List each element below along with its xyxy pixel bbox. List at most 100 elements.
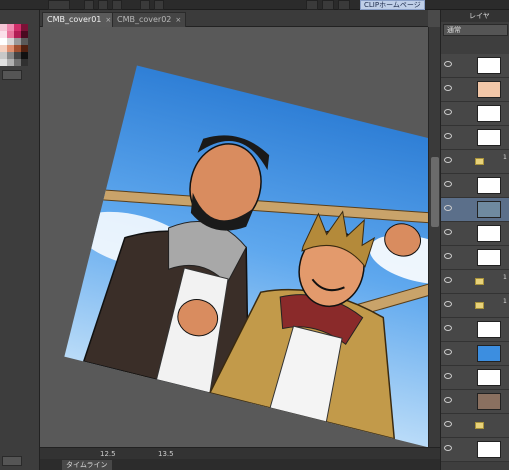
layer-row[interactable]: [441, 54, 509, 78]
save-button[interactable]: [112, 0, 122, 10]
layer-row[interactable]: [441, 102, 509, 126]
swatch[interactable]: [0, 38, 7, 45]
swatch[interactable]: [0, 59, 7, 66]
swatch[interactable]: [14, 59, 21, 66]
swatch[interactable]: [7, 31, 14, 38]
layer-row[interactable]: [441, 390, 509, 414]
eye-icon[interactable]: [444, 61, 452, 67]
eye-icon[interactable]: [444, 157, 452, 163]
palette-settings-button[interactable]: [2, 70, 22, 80]
layer-panel-title: レイヤ: [441, 10, 509, 22]
layer-row[interactable]: [441, 222, 509, 246]
tab-cmb-cover01[interactable]: CMB_cover01 ×: [42, 12, 117, 27]
swatch[interactable]: [0, 31, 7, 38]
swatch[interactable]: [7, 59, 14, 66]
eye-icon[interactable]: [444, 445, 452, 451]
illustration-artwork: [64, 65, 428, 447]
layer-row[interactable]: [441, 438, 509, 462]
layer-thumbnail: [477, 57, 501, 74]
swatch[interactable]: [21, 38, 28, 45]
rotation-value[interactable]: 13.5: [158, 449, 174, 459]
scrollbar-thumb[interactable]: [431, 157, 439, 227]
swatch[interactable]: [14, 45, 21, 52]
tab-cmb-cover02[interactable]: CMB_cover02 ×: [112, 12, 187, 27]
swatch[interactable]: [0, 24, 7, 31]
swatch[interactable]: [21, 31, 28, 38]
folder-icon: [475, 302, 484, 309]
eye-icon[interactable]: [444, 133, 452, 139]
blend-mode-select[interactable]: 通常: [443, 24, 508, 36]
layer-thumbnail: [477, 393, 501, 410]
eye-icon[interactable]: [444, 373, 452, 379]
layer-name: 1: [503, 154, 507, 161]
layer-thumbnail: [477, 441, 501, 458]
swatch[interactable]: [21, 59, 28, 66]
layer-row[interactable]: 1: [441, 270, 509, 294]
close-icon[interactable]: ×: [105, 16, 111, 24]
drawing-canvas[interactable]: [40, 27, 428, 447]
layer-row[interactable]: 1: [441, 294, 509, 318]
swatch[interactable]: [14, 52, 21, 59]
layer-row[interactable]: [441, 366, 509, 390]
swatch[interactable]: [7, 24, 14, 31]
layer-row[interactable]: [441, 342, 509, 366]
layer-row[interactable]: [441, 318, 509, 342]
zoom-value[interactable]: 12.5: [100, 449, 116, 459]
layer-row[interactable]: 1: [441, 150, 509, 174]
close-icon[interactable]: ×: [175, 16, 181, 24]
undo-button[interactable]: [140, 0, 150, 10]
swatch[interactable]: [21, 45, 28, 52]
swatch[interactable]: [14, 31, 21, 38]
illustration-image: [76, 135, 428, 440]
tab-label: CMB_cover01: [47, 15, 102, 24]
eye-icon[interactable]: [444, 349, 452, 355]
toolbar-button[interactable]: [322, 0, 334, 10]
tab-timeline[interactable]: タイムライン: [62, 460, 112, 470]
swatch[interactable]: [21, 52, 28, 59]
new-file-button[interactable]: [84, 0, 94, 10]
swatch[interactable]: [21, 24, 28, 31]
layer-row[interactable]: [441, 126, 509, 150]
clip-homepage-button[interactable]: CLIPホームページ: [360, 0, 425, 10]
folder-icon: [475, 422, 484, 429]
document-tabs: CMB_cover01 × CMB_cover02 ×: [40, 10, 428, 27]
folder-icon: [475, 158, 484, 165]
eye-icon[interactable]: [444, 277, 452, 283]
open-file-button[interactable]: [98, 0, 108, 10]
timeline-panel-bar: タイムライン: [40, 459, 440, 470]
swatch[interactable]: [7, 52, 14, 59]
eye-icon[interactable]: [444, 253, 452, 259]
layer-row[interactable]: [441, 246, 509, 270]
layer-row[interactable]: [441, 414, 509, 438]
eye-icon[interactable]: [444, 229, 452, 235]
layer-panel: レイヤ 通常 1 1 1: [440, 10, 509, 470]
swatch[interactable]: [7, 45, 14, 52]
toolbar-button[interactable]: [48, 0, 70, 10]
canvas-status-bar: 12.5 13.5: [40, 447, 440, 459]
swatch[interactable]: [14, 38, 21, 45]
eye-icon[interactable]: [444, 301, 452, 307]
layer-row[interactable]: [441, 198, 509, 222]
layer-row[interactable]: [441, 174, 509, 198]
swatch[interactable]: [7, 38, 14, 45]
tab-label: CMB_cover02: [117, 15, 172, 24]
eye-icon[interactable]: [444, 325, 452, 331]
layer-thumbnail: [477, 177, 501, 194]
canvas-vertical-scrollbar[interactable]: [428, 27, 440, 447]
eye-icon[interactable]: [444, 205, 452, 211]
toolbar-button[interactable]: [306, 0, 318, 10]
redo-button[interactable]: [154, 0, 164, 10]
eye-icon[interactable]: [444, 181, 452, 187]
swatch[interactable]: [14, 24, 21, 31]
palette-button[interactable]: [2, 456, 22, 466]
eye-icon[interactable]: [444, 85, 452, 91]
toolbar-button[interactable]: [338, 0, 350, 10]
eye-icon[interactable]: [444, 421, 452, 427]
eye-icon[interactable]: [444, 397, 452, 403]
layer-thumbnail: [477, 201, 501, 218]
layer-row[interactable]: [441, 78, 509, 102]
swatch[interactable]: [0, 45, 7, 52]
swatch[interactable]: [0, 52, 7, 59]
color-palette-panel: [0, 10, 40, 470]
eye-icon[interactable]: [444, 109, 452, 115]
